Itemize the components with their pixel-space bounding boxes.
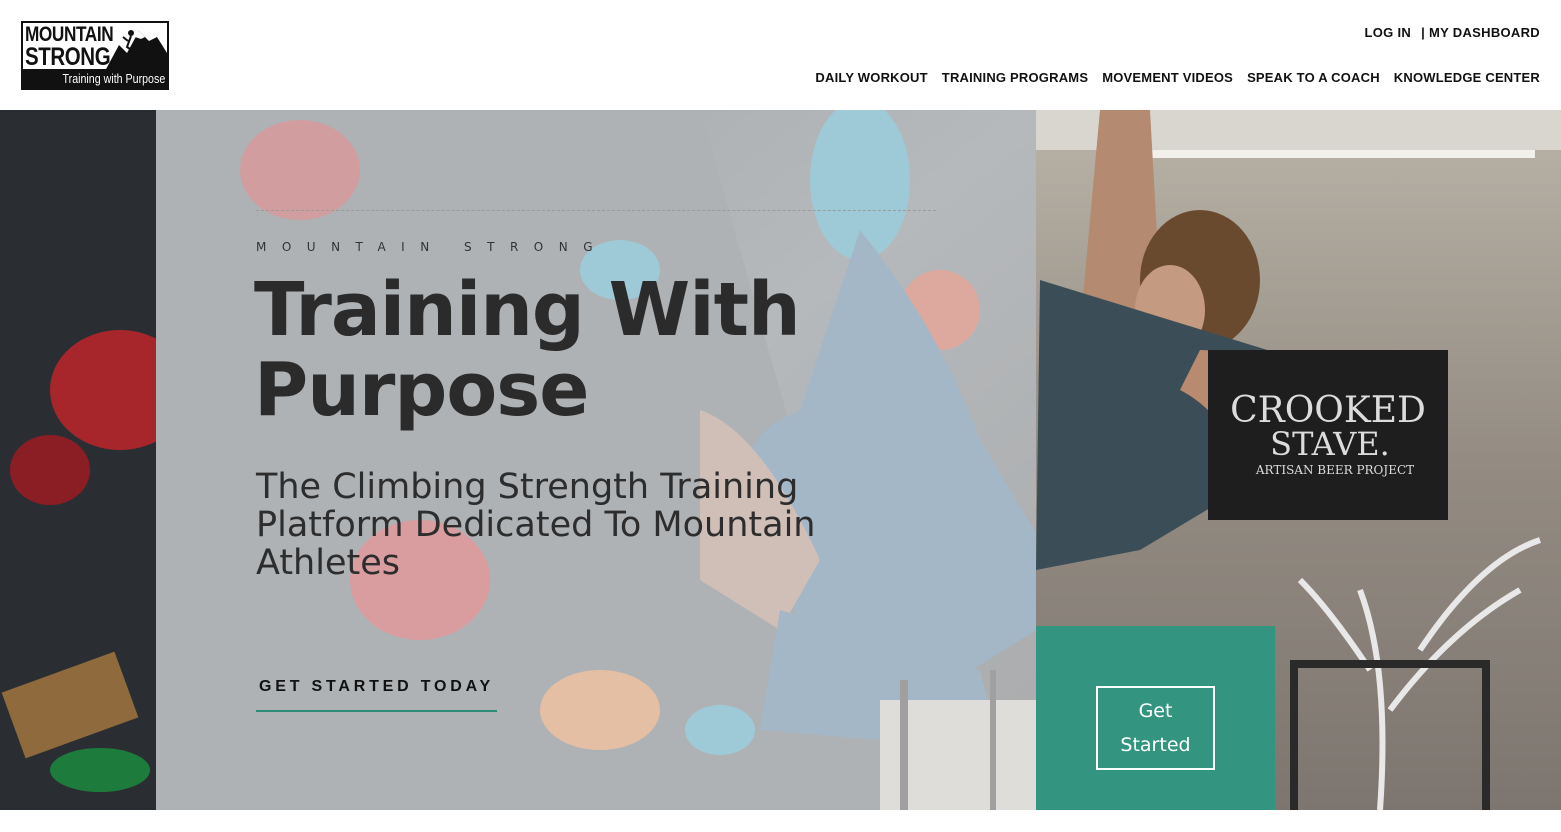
my-dashboard-link[interactable]: MY DASHBOARD — [1429, 25, 1540, 40]
nav-item-speak-to-a-coach[interactable]: SPEAK TO A COACH — [1247, 70, 1380, 85]
banner-text-line2: STAVE. — [1270, 425, 1390, 463]
get-started-panel: Get Started — [1036, 626, 1275, 810]
dashed-divider — [256, 210, 936, 211]
hero-text-panel: MOUNTAIN STRONG Training With Purpose Th… — [156, 110, 1036, 810]
banner-text-line3: ARTISAN BEER PROJECT — [1255, 463, 1414, 477]
hero-eyebrow: MOUNTAIN STRONG — [256, 240, 609, 254]
login-link[interactable]: LOG IN — [1365, 25, 1412, 40]
hero-subhead: The Climbing Strength Training Platform … — [256, 467, 816, 583]
hero-headline: Training With Purpose — [254, 267, 801, 433]
main-nav: DAILY WORKOUT TRAINING PROGRAMS MOVEMENT… — [815, 70, 1540, 85]
logo-wordmark: MOUNTAIN STRONG — [23, 23, 167, 71]
link-separator: | — [1421, 25, 1426, 40]
site-header: MOUNTAIN STRONG Training with Purpose LO… — [0, 0, 1561, 110]
nav-item-training-programs[interactable]: TRAINING PROGRAMS — [942, 70, 1088, 85]
get-started-button[interactable]: Get Started — [1096, 686, 1215, 770]
nav-item-knowledge-center[interactable]: KNOWLEDGE CENTER — [1394, 70, 1540, 85]
account-links: LOG IN | MY DASHBOARD — [1365, 25, 1541, 40]
logo-tagline: Training with Purpose — [23, 69, 167, 88]
site-logo[interactable]: MOUNTAIN STRONG Training with Purpose — [21, 21, 169, 90]
get-started-today-link[interactable]: GET STARTED TODAY — [256, 670, 497, 712]
mountain-climber-icon — [105, 30, 167, 71]
nav-item-movement-videos[interactable]: MOVEMENT VIDEOS — [1102, 70, 1233, 85]
hero-section: CROOKED STAVE. ARTISAN BEER PROJECT MOUN… — [0, 110, 1561, 810]
nav-item-daily-workout[interactable]: DAILY WORKOUT — [815, 70, 927, 85]
logo-word-strong: STRONG — [25, 43, 111, 71]
